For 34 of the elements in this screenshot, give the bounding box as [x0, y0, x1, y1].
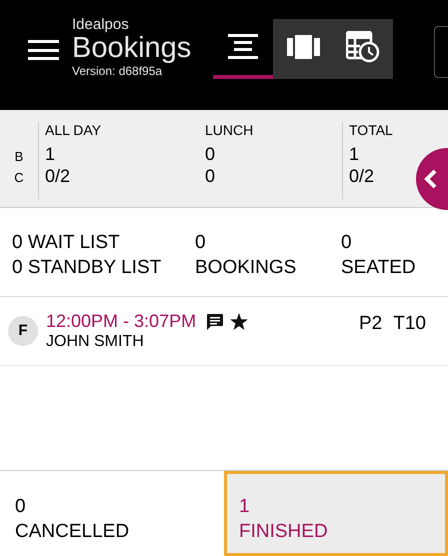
view-tab[interactable] [273, 19, 334, 79]
summary-value: 0 [205, 143, 216, 165]
count-label: SEATED [341, 256, 417, 280]
count-label: 0 STANDBY LIST [12, 256, 162, 280]
summary-value: 1 [349, 143, 360, 165]
count-label: 0 [341, 231, 353, 255]
footer-tab[interactable]: 1 FINISHED [224, 471, 448, 556]
chevron-left-icon [424, 169, 438, 189]
columns-icon [286, 35, 320, 59]
table-number: T10 [393, 312, 426, 336]
column-heading: LUNCH [205, 122, 254, 139]
party-size: P2 [359, 312, 382, 336]
summary-value: 1 [45, 143, 56, 165]
row-label: B [14, 149, 24, 165]
count-label: 0 WAIT LIST [12, 231, 121, 255]
table-clock-icon [346, 31, 380, 63]
count-label: 0 [195, 231, 207, 255]
booking-time: 12:00PM - 3:07PM [46, 311, 196, 332]
column-heading: TOTAL [349, 122, 393, 139]
summary-value: 0 [205, 165, 216, 187]
count-label: BOOKINGS [195, 256, 298, 280]
summary-value: 0/2 [349, 165, 374, 187]
row-label: C [14, 170, 24, 186]
summary-value: 0/2 [45, 165, 70, 187]
guest-name: JOHN SMITH [46, 332, 145, 351]
app-name: Idealpos [72, 16, 130, 33]
booking-row[interactable]: F 12:00PM - 3:07PM JOHN SMITH P2 T10 [0, 297, 448, 366]
column-heading: ALL DAY [45, 122, 102, 139]
align-center-icon [228, 32, 258, 62]
menu-icon[interactable] [28, 40, 59, 60]
page-title: Bookings [72, 33, 192, 64]
status-badge: F [8, 316, 38, 346]
version-label: Version: d68f95a [72, 64, 164, 78]
view-tab[interactable] [333, 19, 394, 79]
